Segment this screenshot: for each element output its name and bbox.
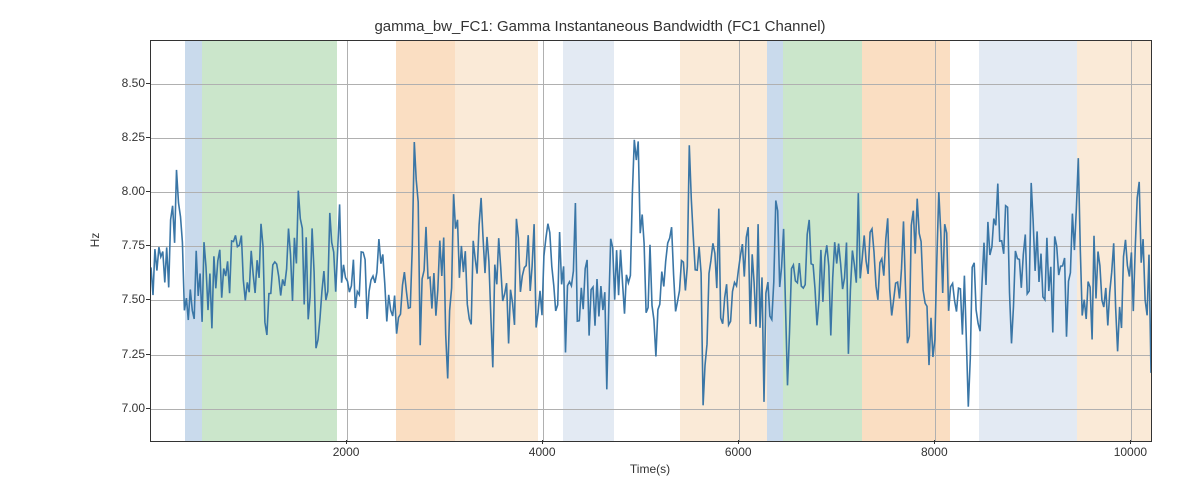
y-tick-label: 8.50 bbox=[105, 76, 145, 90]
y-tick-label: 8.00 bbox=[105, 184, 145, 198]
tick-mark bbox=[146, 137, 150, 138]
tick-mark bbox=[146, 408, 150, 409]
x-tick-label: 10000 bbox=[1114, 445, 1147, 459]
tick-mark bbox=[146, 83, 150, 84]
tick-mark bbox=[346, 440, 347, 444]
chart-title: gamma_bw_FC1: Gamma Instantaneous Bandwi… bbox=[0, 18, 1200, 35]
y-axis-label: Hz bbox=[88, 233, 102, 248]
tick-mark bbox=[146, 245, 150, 246]
chart-container: gamma_bw_FC1: Gamma Instantaneous Bandwi… bbox=[0, 0, 1200, 500]
tick-mark bbox=[934, 440, 935, 444]
tick-mark bbox=[738, 440, 739, 444]
y-tick-label: 7.00 bbox=[105, 401, 145, 415]
y-tick-label: 7.75 bbox=[105, 238, 145, 252]
tick-mark bbox=[146, 299, 150, 300]
x-tick-label: 6000 bbox=[725, 445, 752, 459]
plot-area bbox=[150, 40, 1152, 442]
x-tick-label: 8000 bbox=[921, 445, 948, 459]
tick-mark bbox=[146, 354, 150, 355]
x-tick-label: 2000 bbox=[333, 445, 360, 459]
tick-mark bbox=[542, 440, 543, 444]
y-tick-label: 7.25 bbox=[105, 347, 145, 361]
tick-mark bbox=[1130, 440, 1131, 444]
tick-mark bbox=[146, 191, 150, 192]
y-tick-label: 7.50 bbox=[105, 292, 145, 306]
x-axis-label: Time(s) bbox=[630, 462, 670, 476]
data-line bbox=[151, 41, 1151, 441]
y-tick-label: 8.25 bbox=[105, 130, 145, 144]
x-tick-label: 4000 bbox=[529, 445, 556, 459]
